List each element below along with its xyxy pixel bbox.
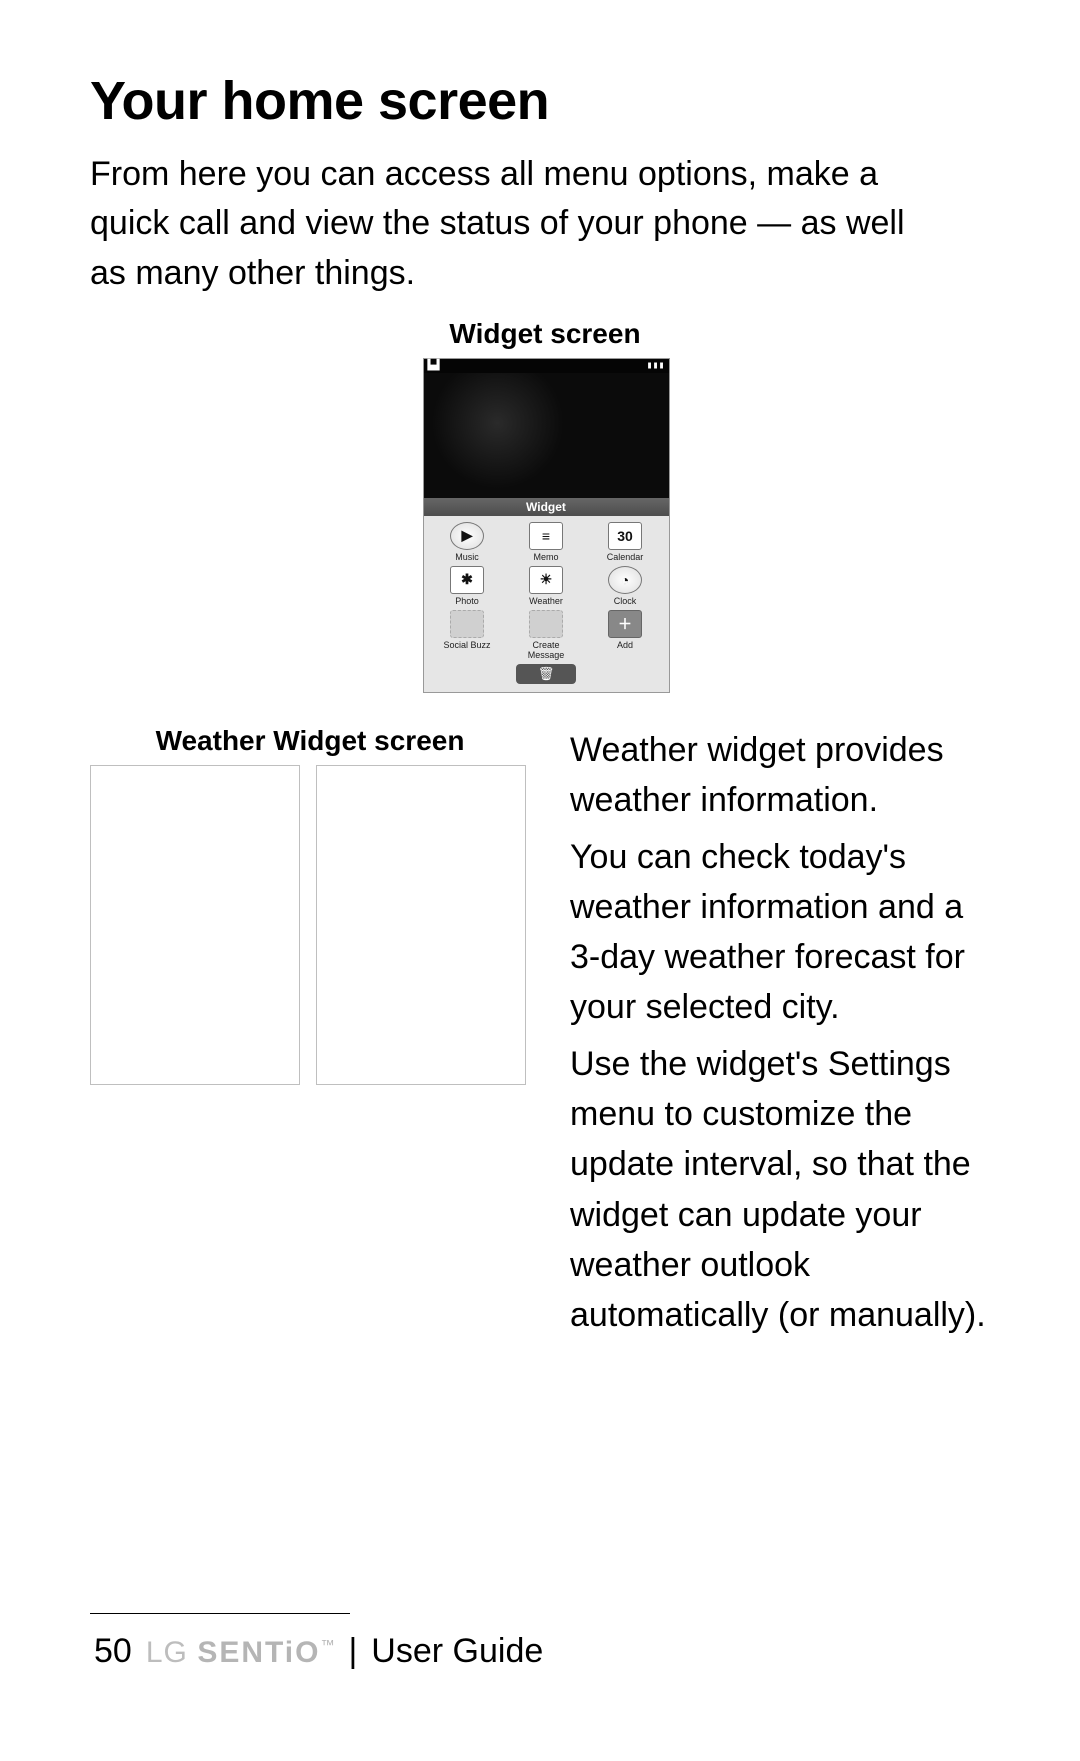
weather-desc-p1: Weather widget provides weather informat… [570, 725, 1000, 826]
widget-label: Memo [516, 552, 576, 562]
weather-desc-p2: You can check today's weather informatio… [570, 832, 1000, 1033]
page-number: 50 [94, 1632, 132, 1671]
widget-grid: ▶ Music ≡ Memo 30 Calendar ✱ Pho [424, 516, 669, 692]
widget-screen-caption: Widget screen [90, 318, 1000, 350]
phone-screenshot: ▙▟ ▮▮▮ Widget ▶ Music ≡ Memo 30 [423, 358, 670, 693]
weather-screenshots-row [90, 765, 550, 1085]
calendar-icon: 30 [608, 522, 642, 550]
phone-status-bar: ▙▟ ▮▮▮ [424, 359, 669, 373]
widget-photo: ✱ Photo [437, 566, 497, 606]
widget-label: Add [595, 640, 655, 650]
widget-screenshot-figure: ▙▟ ▮▮▮ Widget ▶ Music ≡ Memo 30 [423, 358, 668, 693]
page-title: Your home screen [90, 70, 1000, 132]
battery-icon: ▮▮▮ [646, 361, 664, 371]
add-icon: ＋ [608, 610, 642, 638]
trash-icon: 🗑 [516, 664, 576, 684]
weather-widget-caption: Weather Widget screen [90, 725, 530, 757]
weather-description: Weather widget provides weather informat… [550, 725, 1000, 1347]
weather-desc-p3: Use the widget's Settings menu to custom… [570, 1039, 1000, 1341]
footer-separator: | [348, 1632, 357, 1671]
widget-calendar: 30 Calendar [595, 522, 655, 562]
widget-memo: ≡ Memo [516, 522, 576, 562]
widget-weather: ☀ Weather [516, 566, 576, 606]
widget-tray-header: Widget [424, 498, 669, 516]
brand-lg: LG [146, 1636, 188, 1669]
weather-screenshot-placeholder-2 [316, 765, 526, 1085]
widget-label: Clock [595, 596, 655, 606]
widget-clock: ◔ Clock [595, 566, 655, 606]
widget-label: Music [437, 552, 497, 562]
brand-sentio: SENTiO [197, 1636, 320, 1669]
create-message-icon [529, 610, 563, 638]
widget-social-buzz: Social Buzz [437, 610, 497, 660]
trademark-symbol: ™ [320, 1637, 334, 1653]
clock-icon: ◔ [608, 566, 642, 594]
widget-add: ＋ Add [595, 610, 655, 660]
phone-wallpaper [424, 373, 669, 498]
memo-icon: ≡ [529, 522, 563, 550]
footer-rule [90, 1613, 350, 1614]
photo-icon: ✱ [450, 566, 484, 594]
page-footer: 50 LG SENTiO™ | User Guide [0, 1613, 1080, 1671]
widget-create-message: Create Message [516, 610, 576, 660]
widget-label: Weather [516, 596, 576, 606]
footer-guide-label: User Guide [371, 1632, 543, 1671]
play-icon: ▶ [450, 522, 484, 550]
widget-label: Create Message [516, 640, 576, 660]
socialbuzz-icon [450, 610, 484, 638]
widget-music: ▶ Music [437, 522, 497, 562]
widget-label: Photo [437, 596, 497, 606]
widget-label: Social Buzz [437, 640, 497, 650]
intro-paragraph: From here you can access all menu option… [90, 150, 930, 298]
widget-label: Calendar [595, 552, 655, 562]
signal-icon: ▙▟ [428, 361, 440, 371]
weather-icon: ☀ [529, 566, 563, 594]
weather-screenshot-placeholder-1 [90, 765, 300, 1085]
